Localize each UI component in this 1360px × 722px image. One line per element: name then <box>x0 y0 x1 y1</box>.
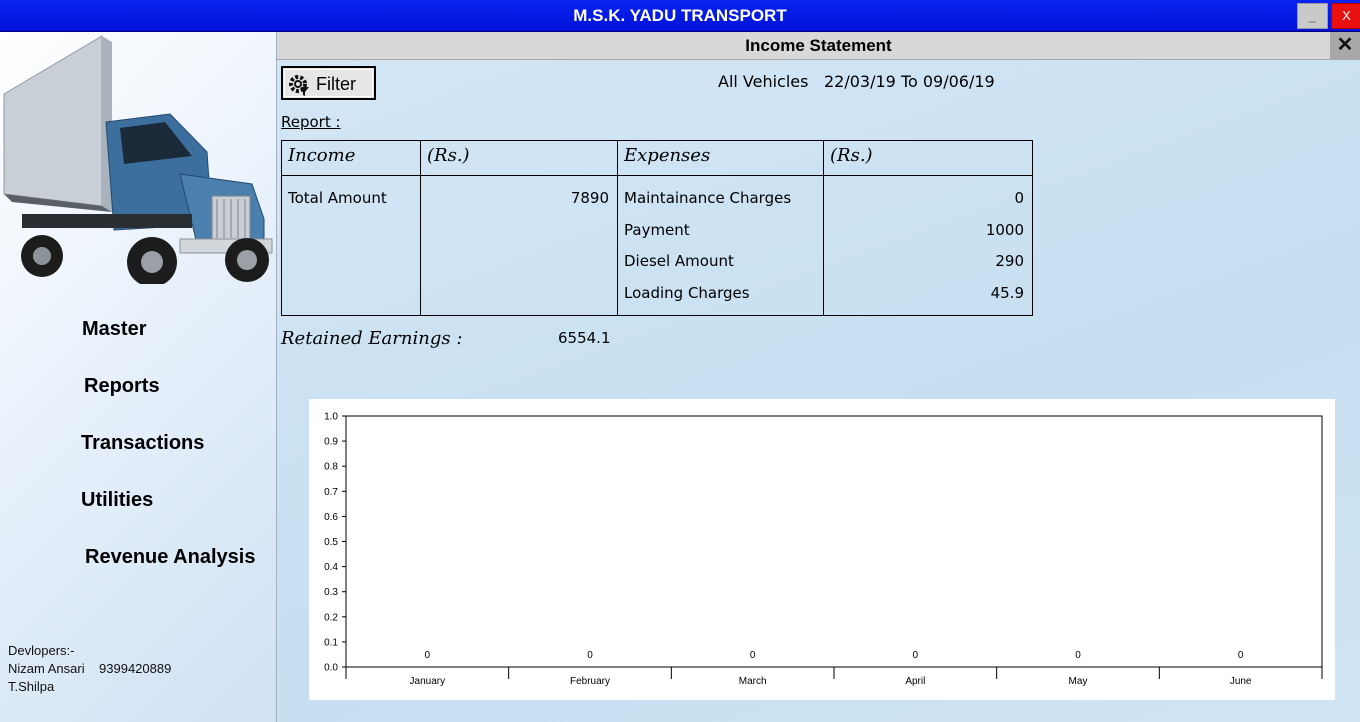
statement-header: Income Statement ✕ <box>277 32 1360 60</box>
x-category-label: April <box>905 676 925 687</box>
y-tick-label: 0.4 <box>324 562 338 573</box>
window-title: M.S.K. YADU TRANSPORT <box>573 6 787 25</box>
expense-value-loading: 45.9 <box>990 283 1024 302</box>
revenue-chart: 0.0 0.1 0.2 0.3 0.4 0.5 0.6 0.7 0.8 0.9 1.0 0 Januar… <box>309 399 1335 700</box>
retained-earnings-label: Retained Earnings : <box>281 328 463 349</box>
bar-data-label: 0 <box>913 650 919 661</box>
y-tick-label: 0.8 <box>324 462 338 473</box>
close-button[interactable]: X <box>1331 3 1360 29</box>
x-category-label: January <box>410 676 446 687</box>
y-tick-label: 0.9 <box>324 437 338 448</box>
nav-revenue-analysis[interactable]: Revenue Analysis <box>85 546 255 569</box>
bar-data-label: 0 <box>750 650 756 661</box>
expense-label-maintainance: Maintainance Charges <box>624 189 792 207</box>
bar-data-label: 0 <box>587 650 593 661</box>
bar-data-label: 0 <box>425 650 431 661</box>
income-item-value: 7890 <box>570 189 609 207</box>
income-statement-panel: Income Statement ✕ Filter All Vehicles 2… <box>277 32 1360 722</box>
developers-heading: Devlopers:- <box>8 643 75 658</box>
y-tick-label: 0.1 <box>324 637 338 648</box>
truck-image <box>3 35 273 284</box>
revenue-chart-svg: 0.0 0.1 0.2 0.3 0.4 0.5 0.6 0.7 0.8 0.9 1.0 0 Januar… <box>324 412 1323 687</box>
minimize-button[interactable]: _ <box>1297 3 1328 29</box>
retained-earnings-value: 6554.1 <box>558 329 611 347</box>
statement-title: Income Statement <box>745 36 892 55</box>
sidebar: Master Reports Transactions Utilities Re… <box>0 32 278 722</box>
x-category-label: June <box>1230 676 1252 687</box>
plot-area <box>345 415 1323 668</box>
filter-button[interactable]: Filter <box>281 66 376 100</box>
expense-label-loading: Loading Charges <box>624 283 750 302</box>
y-tick-label: 0.5 <box>324 537 338 548</box>
expense-value-payment: 1000 <box>985 220 1024 239</box>
y-tick-label: 0.2 <box>324 612 338 623</box>
income-statement-table: Income (Rs.) Expenses (Rs.) Total Amount… <box>281 140 1033 316</box>
expenses-header: Expenses <box>617 140 824 176</box>
expense-value-diesel: 290 <box>995 252 1024 270</box>
nav-utilities[interactable]: Utilities <box>81 489 153 512</box>
developer-credits: Devlopers:- Nizam Ansari 9399420889 T.Sh… <box>8 642 171 696</box>
date-range: 22/03/19 To 09/06/19 <box>824 72 995 91</box>
developer-line-1: Nizam Ansari 9399420889 <box>8 661 172 676</box>
nav-master[interactable]: Master <box>82 318 146 341</box>
y-tick-label: 0.0 <box>324 663 338 674</box>
y-tick-label: 0.6 <box>324 512 338 523</box>
expenses-rs-header: (Rs.) <box>823 140 1033 176</box>
nav-transactions[interactable]: Transactions <box>81 432 204 455</box>
x-category-label: May <box>1069 676 1088 687</box>
income-header: Income <box>281 140 421 176</box>
statement-close-button[interactable]: ✕ <box>1330 32 1360 59</box>
vehicle-scope: All Vehicles <box>718 72 809 91</box>
x-category-label: March <box>739 676 767 687</box>
expense-value-maintainance: 0 <box>1014 189 1024 207</box>
y-tick-label: 0.7 <box>324 487 338 498</box>
income-rs-header: (Rs.) <box>420 140 618 176</box>
income-item-label: Total Amount <box>288 189 387 207</box>
expense-label-payment: Payment <box>624 220 690 239</box>
report-label: Report : <box>281 113 341 131</box>
y-tick-label: 0.3 <box>324 587 338 598</box>
x-category-label: February <box>570 676 610 687</box>
filter-gear-icon <box>289 75 309 96</box>
y-tick-label: 1.0 <box>324 412 338 423</box>
bar-data-label: 0 <box>1238 650 1244 661</box>
expense-label-diesel: Diesel Amount <box>624 252 734 270</box>
developer-line-2: T.Shilpa <box>8 679 55 694</box>
bar-data-label: 0 <box>1075 650 1081 661</box>
filter-label: Filter <box>316 74 356 94</box>
nav-reports[interactable]: Reports <box>84 375 160 398</box>
window-title-bar: M.S.K. YADU TRANSPORT _ X <box>0 0 1360 32</box>
